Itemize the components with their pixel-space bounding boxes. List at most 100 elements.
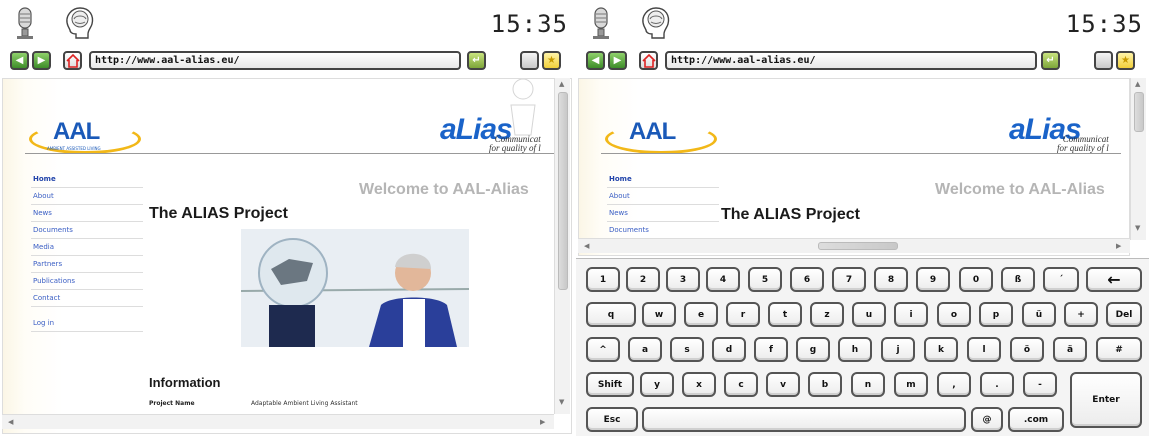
blank-button[interactable] — [1094, 51, 1113, 70]
key-dotcom[interactable]: .com — [1008, 407, 1064, 432]
key-o[interactable]: o — [937, 302, 971, 327]
horizontal-scrollbar[interactable]: ◀ ▶ — [2, 414, 554, 429]
key-7[interactable]: 7 — [832, 267, 866, 292]
nav-item-media[interactable]: Media — [31, 239, 143, 256]
key-at[interactable]: @ — [971, 407, 1003, 432]
key-w[interactable]: w — [642, 302, 676, 327]
key-l[interactable]: l — [967, 337, 1001, 362]
enter-key[interactable]: Enter — [1070, 372, 1142, 428]
web-page-viewport[interactable]: AAL aLias Communicat for quality of l Ho… — [578, 78, 1130, 256]
forward-button[interactable]: ▶ — [32, 51, 51, 70]
nav-item-about[interactable]: About — [607, 188, 719, 205]
scroll-thumb[interactable] — [1134, 92, 1144, 132]
key-e[interactable]: e — [684, 302, 718, 327]
aal-logo[interactable]: AAL — [605, 116, 720, 156]
home-button[interactable] — [63, 51, 82, 70]
key-c[interactable]: c — [724, 372, 758, 397]
nav-item-documents[interactable]: Documents — [607, 222, 719, 239]
scroll-down-icon[interactable]: ▼ — [559, 398, 564, 406]
key-u[interactable]: u — [852, 302, 886, 327]
microphone-icon[interactable] — [588, 6, 614, 40]
key-3[interactable]: 3 — [666, 267, 700, 292]
nav-item-partners[interactable]: Partners — [31, 256, 143, 273]
escape-key[interactable]: Esc — [586, 407, 638, 432]
key-m[interactable]: m — [894, 372, 928, 397]
key-minus[interactable]: - — [1023, 372, 1057, 397]
key-0[interactable]: 0 — [959, 267, 993, 292]
key-b[interactable]: b — [808, 372, 842, 397]
key-acute[interactable]: ´ — [1043, 267, 1079, 292]
key-f[interactable]: f — [754, 337, 788, 362]
nav-item-publications[interactable]: Publications — [31, 273, 143, 290]
back-button[interactable]: ◀ — [10, 51, 29, 70]
key-caret[interactable]: ^ — [586, 337, 620, 362]
key-8[interactable]: 8 — [874, 267, 908, 292]
microphone-icon[interactable] — [12, 6, 38, 40]
key-d[interactable]: d — [712, 337, 746, 362]
key-2[interactable]: 2 — [626, 267, 660, 292]
scroll-thumb[interactable] — [558, 92, 568, 290]
key-t[interactable]: t — [768, 302, 802, 327]
scroll-left-icon[interactable]: ◀ — [584, 242, 589, 250]
key-period[interactable]: . — [980, 372, 1014, 397]
key-comma[interactable]: , — [937, 372, 971, 397]
space-key[interactable] — [642, 407, 966, 432]
scroll-thumb-horizontal[interactable] — [818, 242, 898, 250]
nav-item-documents[interactable]: Documents — [31, 222, 143, 239]
key-o-umlaut[interactable]: ö — [1010, 337, 1044, 362]
key-5[interactable]: 5 — [748, 267, 782, 292]
nav-item-contact[interactable]: Contact — [31, 290, 143, 307]
key-n[interactable]: n — [851, 372, 885, 397]
key-y[interactable]: y — [640, 372, 674, 397]
scroll-up-icon[interactable]: ▲ — [1135, 80, 1140, 88]
horizontal-scrollbar[interactable]: ◀ ▶ — [578, 238, 1130, 253]
forward-button[interactable]: ▶ — [608, 51, 627, 70]
scroll-right-icon[interactable]: ▶ — [1116, 242, 1121, 250]
nav-item-home[interactable]: Home — [31, 171, 143, 188]
key-q[interactable]: q — [586, 302, 636, 327]
key-eszett[interactable]: ß — [1001, 267, 1035, 292]
key-s[interactable]: s — [670, 337, 704, 362]
key-j[interactable]: j — [881, 337, 915, 362]
key-a-umlaut[interactable]: ä — [1053, 337, 1087, 362]
key-hash[interactable]: # — [1096, 337, 1142, 362]
brain-head-icon[interactable] — [638, 6, 672, 40]
go-button[interactable]: ↵ — [1041, 51, 1060, 70]
back-button[interactable]: ◀ — [586, 51, 605, 70]
key-9[interactable]: 9 — [916, 267, 950, 292]
nav-item-about[interactable]: About — [31, 188, 143, 205]
favorites-button[interactable]: ★ — [542, 51, 561, 70]
url-input[interactable]: http://www.aal-alias.eu/ — [665, 51, 1037, 70]
key-r[interactable]: r — [726, 302, 760, 327]
scroll-up-icon[interactable]: ▲ — [559, 80, 564, 88]
nav-item-home[interactable]: Home — [607, 171, 719, 188]
backspace-key[interactable]: ← — [1086, 267, 1142, 292]
nav-item-login[interactable]: Log in — [31, 315, 143, 332]
key-u-umlaut[interactable]: ü — [1022, 302, 1056, 327]
key-x[interactable]: x — [682, 372, 716, 397]
key-a[interactable]: a — [628, 337, 662, 362]
key-6[interactable]: 6 — [790, 267, 824, 292]
key-g[interactable]: g — [796, 337, 830, 362]
scroll-left-icon[interactable]: ◀ — [8, 418, 13, 426]
key-z[interactable]: z — [810, 302, 844, 327]
delete-key[interactable]: Del — [1106, 302, 1142, 327]
brain-head-icon[interactable] — [62, 6, 96, 40]
nav-item-news[interactable]: News — [607, 205, 719, 222]
key-k[interactable]: k — [924, 337, 958, 362]
blank-button[interactable] — [520, 51, 539, 70]
scroll-right-icon[interactable]: ▶ — [540, 418, 545, 426]
key-4[interactable]: 4 — [706, 267, 740, 292]
key-p[interactable]: p — [979, 302, 1013, 327]
key-plus[interactable]: + — [1064, 302, 1098, 327]
favorites-button[interactable]: ★ — [1116, 51, 1135, 70]
go-button[interactable]: ↵ — [467, 51, 486, 70]
key-i[interactable]: i — [894, 302, 928, 327]
nav-item-news[interactable]: News — [31, 205, 143, 222]
key-h[interactable]: h — [838, 337, 872, 362]
web-page-viewport[interactable]: AAL AMBIENT ASSISTED LIVING aLias Commun… — [2, 78, 572, 434]
home-button[interactable] — [639, 51, 658, 70]
key-1[interactable]: 1 — [586, 267, 620, 292]
shift-key[interactable]: Shift — [586, 372, 634, 397]
vertical-scrollbar[interactable]: ▲ ▼ — [554, 78, 570, 414]
